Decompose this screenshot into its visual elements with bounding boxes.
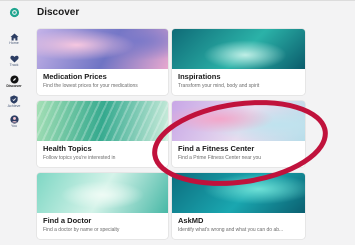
person-icon bbox=[9, 115, 19, 124]
sidebar-item-label: Discover bbox=[6, 84, 22, 88]
app-window: Discover Home Track Discover Achieve You… bbox=[0, 0, 355, 245]
home-icon bbox=[10, 33, 18, 41]
card-subtitle: Identify what's wrong and what you can d… bbox=[178, 227, 284, 233]
compass-icon bbox=[9, 75, 19, 84]
card-find-doctor[interactable]: Find a Doctor Find a doctor by name or s… bbox=[37, 173, 168, 239]
card-find-fitness-center[interactable]: Find a Fitness Center Find a Prime Fitne… bbox=[172, 101, 305, 167]
card-health-topics[interactable]: Health Topics Follow topics you're inter… bbox=[37, 101, 168, 167]
sidebar-item-label: You bbox=[10, 124, 18, 128]
card-image bbox=[172, 101, 305, 141]
card-title: Inspirations bbox=[178, 72, 221, 81]
sidebar-item-you[interactable]: You bbox=[0, 115, 28, 137]
card-inspirations[interactable]: Inspirations Transform your mind, body a… bbox=[172, 29, 305, 95]
card-askmd[interactable]: AskMD Identify what's wrong and what you… bbox=[172, 173, 305, 239]
sidebar-item-discover[interactable]: Discover bbox=[0, 75, 28, 97]
card-title: Find a Fitness Center bbox=[178, 144, 255, 153]
card-subtitle: Find a Prime Fitness Center near you bbox=[178, 155, 262, 161]
sidebar-item-track[interactable]: Track bbox=[0, 55, 28, 77]
sidebar-item-home[interactable]: Home bbox=[0, 33, 28, 55]
card-image bbox=[37, 173, 168, 213]
card-title: Medication Prices bbox=[43, 72, 107, 81]
top-bar: Discover bbox=[0, 1, 355, 25]
card-medication-prices[interactable]: Medication Prices Find the lowest prices… bbox=[37, 29, 168, 95]
sidebar: Home Track Discover Achieve You bbox=[0, 25, 28, 245]
card-image bbox=[37, 29, 168, 69]
card-subtitle: Find a doctor by name or specialty bbox=[43, 227, 120, 233]
app-logo-icon bbox=[9, 7, 20, 18]
card-title: AskMD bbox=[178, 216, 204, 225]
card-title: Health Topics bbox=[43, 144, 92, 153]
card-title: Find a Doctor bbox=[43, 216, 92, 225]
card-subtitle: Follow topics you're interested in bbox=[43, 155, 116, 161]
sidebar-item-label: Home bbox=[9, 41, 19, 45]
card-subtitle: Transform your mind, body and spirit bbox=[178, 83, 260, 89]
sidebar-item-label: Achieve bbox=[7, 104, 21, 108]
heart-icon bbox=[9, 55, 19, 63]
page-title: Discover bbox=[37, 7, 80, 18]
card-image bbox=[172, 173, 305, 213]
card-image bbox=[172, 29, 305, 69]
card-image bbox=[37, 101, 168, 141]
sidebar-item-label: Track bbox=[9, 63, 19, 67]
sidebar-item-achieve[interactable]: Achieve bbox=[0, 95, 28, 117]
shield-icon bbox=[10, 95, 18, 104]
card-subtitle: Find the lowest prices for your medicati… bbox=[43, 83, 138, 89]
